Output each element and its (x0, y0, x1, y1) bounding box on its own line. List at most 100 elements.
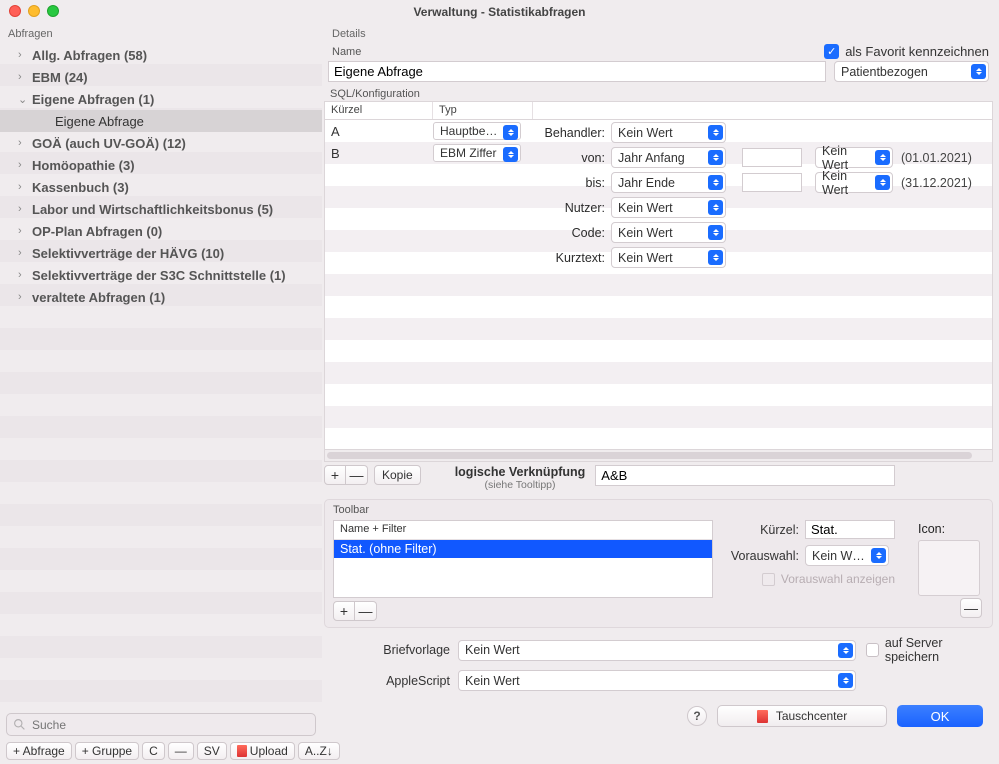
stepper-icon (838, 673, 853, 688)
label-kurztext: Kurztext: (530, 251, 605, 265)
copy-button[interactable]: Kopie (374, 465, 421, 485)
sv-button[interactable]: SV (197, 742, 227, 760)
tree-item-veraltet[interactable]: ›veraltete Abfragen (1) (0, 286, 322, 308)
ok-button[interactable]: OK (897, 705, 983, 727)
help-button[interactable]: ? (687, 706, 707, 726)
vorauswahl-show-label: Vorauswahl anzeigen (781, 572, 895, 586)
tree-item-opplan[interactable]: ›OP-Plan Abfragen (0) (0, 220, 322, 242)
sidebar-toolbar: + Abfrage + Gruppe C — SV Upload A..Z↓ (0, 740, 322, 764)
label-code: Code: (530, 226, 605, 240)
chevron-right-icon: › (18, 225, 32, 237)
select-bis[interactable]: Jahr Ende (611, 172, 726, 193)
typ-select[interactable]: EBM Ziffer (433, 144, 521, 162)
favorite-checkbox[interactable]: ✓ als Favorit kennzeichnen (824, 44, 989, 59)
sidebar: Abfragen ›Allg. Abfragen (58) ›EBM (24) … (0, 24, 322, 764)
tree-leaf-label: Eigene Abfrage (55, 114, 144, 129)
select-briefvorlage[interactable]: Kein Wert (458, 640, 856, 661)
select-kurztext[interactable]: Kein Wert (611, 247, 726, 268)
tauschcenter-button[interactable]: Tauschcenter (717, 705, 887, 727)
stepper-icon (708, 250, 723, 265)
label-behandler: Behandler: (530, 126, 605, 140)
tree-item-label: EBM (24) (32, 70, 88, 85)
favorite-label: als Favorit kennzeichnen (845, 44, 989, 59)
close-icon[interactable] (9, 5, 21, 17)
label-kuerzel: Kürzel: (723, 523, 799, 537)
bottom-grid: Briefvorlage Kein Wert auf Server speich… (324, 628, 993, 691)
tree-item-homoeopathie[interactable]: ›Homöopathie (3) (0, 154, 322, 176)
input-von-extra[interactable] (742, 148, 802, 167)
add-group-button[interactable]: + Gruppe (75, 742, 139, 760)
select-nutzer[interactable]: Kein Wert (611, 197, 726, 218)
select-behandler[interactable]: Kein Wert (611, 122, 726, 143)
vorauswahl-show-checkbox[interactable]: Vorauswahl anzeigen (723, 572, 895, 586)
input-bis-extra[interactable] (742, 173, 802, 192)
select-von-right[interactable]: Kein Wert (815, 147, 893, 168)
tree-item-label: Selektivverträge der HÄVG (10) (32, 246, 224, 261)
chevron-right-icon: › (18, 181, 32, 193)
details-panel: Details Name ✓ als Favorit kennzeichnen … (322, 24, 999, 764)
chevron-right-icon: › (18, 71, 32, 83)
chevron-right-icon: › (18, 291, 32, 303)
tree-item-kassenbuch[interactable]: ›Kassenbuch (3) (0, 176, 322, 198)
sql-area: Kürzel Typ A Hauptbe… B EBM Ziffer Behan… (324, 101, 993, 733)
scope-select[interactable]: Patientbezogen (834, 61, 989, 82)
col-kuerzel[interactable]: Kürzel (325, 102, 433, 119)
tree-item-s3c[interactable]: ›Selektivverträge der S3C Schnittstelle … (0, 264, 322, 286)
maximize-icon[interactable] (47, 5, 59, 17)
c-button[interactable]: C (142, 742, 165, 760)
logic-link-input[interactable] (595, 465, 895, 486)
name-input[interactable] (328, 61, 826, 82)
input-kuerzel[interactable] (805, 520, 895, 539)
select-vorauswahl[interactable]: Kein W… (805, 545, 889, 566)
tree-item-ebm[interactable]: ›EBM (24) (0, 66, 322, 88)
select-von[interactable]: Jahr Anfang (611, 147, 726, 168)
sql-config-label: SQL/Konfiguration (324, 86, 993, 101)
tree-item-eigene[interactable]: ⌄Eigene Abfragen (1) (0, 88, 322, 110)
tree-item-haevg[interactable]: ›Selektivverträge der HÄVG (10) (0, 242, 322, 264)
add-query-button[interactable]: + Abfrage (6, 742, 72, 760)
icon-remove-button[interactable]: — (960, 598, 982, 618)
label-vorauswahl: Vorauswahl: (723, 549, 799, 563)
remove-button[interactable]: — (168, 742, 194, 760)
window-controls (9, 5, 59, 17)
upload-button[interactable]: Upload (230, 742, 295, 760)
query-tree[interactable]: ›Allg. Abfragen (58) ›EBM (24) ⌄Eigene A… (0, 42, 322, 709)
select-code[interactable]: Kein Wert (611, 222, 726, 243)
server-save-checkbox[interactable]: auf Server speichern (866, 636, 989, 664)
add-row-button[interactable]: + (324, 465, 346, 485)
toolbar-remove-button[interactable]: — (355, 601, 377, 621)
label-applescript: AppleScript (354, 674, 450, 688)
stepper-icon (971, 64, 986, 79)
stepper-icon (708, 150, 723, 165)
tree-leaf-eigene-abfrage[interactable]: Eigene Abfrage (0, 110, 322, 132)
tree-item-goae[interactable]: ›GOÄ (auch UV-GOÄ) (12) (0, 132, 322, 154)
tree-item-allg[interactable]: ›Allg. Abfragen (58) (0, 44, 322, 66)
sql-table-body: A Hauptbe… B EBM Ziffer Behandler: Kein … (324, 120, 993, 450)
horizontal-scrollbar[interactable] (324, 450, 993, 462)
stepper-icon (875, 175, 890, 190)
chevron-right-icon: › (18, 137, 32, 149)
tree-item-labor[interactable]: ›Labor und Wirtschaftlichkeitsbonus (5) (0, 198, 322, 220)
details-header: Details (324, 24, 993, 42)
search-field[interactable] (6, 713, 316, 736)
name-label: Name (328, 46, 818, 58)
toolbar-list[interactable]: Name + Filter Stat. (ohne Filter) (333, 520, 713, 598)
icon-drop-target[interactable] (918, 540, 980, 596)
select-applescript[interactable]: Kein Wert (458, 670, 856, 691)
toolbar-list-item[interactable]: Stat. (ohne Filter) (334, 540, 712, 558)
minimize-icon[interactable] (28, 5, 40, 17)
von-date: (01.01.2021) (901, 151, 972, 165)
upload-label: Upload (250, 744, 288, 758)
logic-link-sub: (siehe Tooltipp) (484, 479, 555, 491)
select-bis-right[interactable]: Kein Wert (815, 172, 893, 193)
cell-kuerzel: A (325, 124, 433, 139)
typ-select[interactable]: Hauptbe… (433, 122, 521, 140)
toolbar-add-button[interactable]: + (333, 601, 355, 621)
remove-row-button[interactable]: — (346, 465, 368, 485)
chevron-right-icon: › (18, 269, 32, 281)
sidebar-header: Abfragen (0, 24, 322, 42)
search-input[interactable] (32, 718, 309, 732)
col-typ[interactable]: Typ (433, 102, 533, 119)
stepper-icon (708, 125, 723, 140)
search-icon (13, 718, 26, 731)
